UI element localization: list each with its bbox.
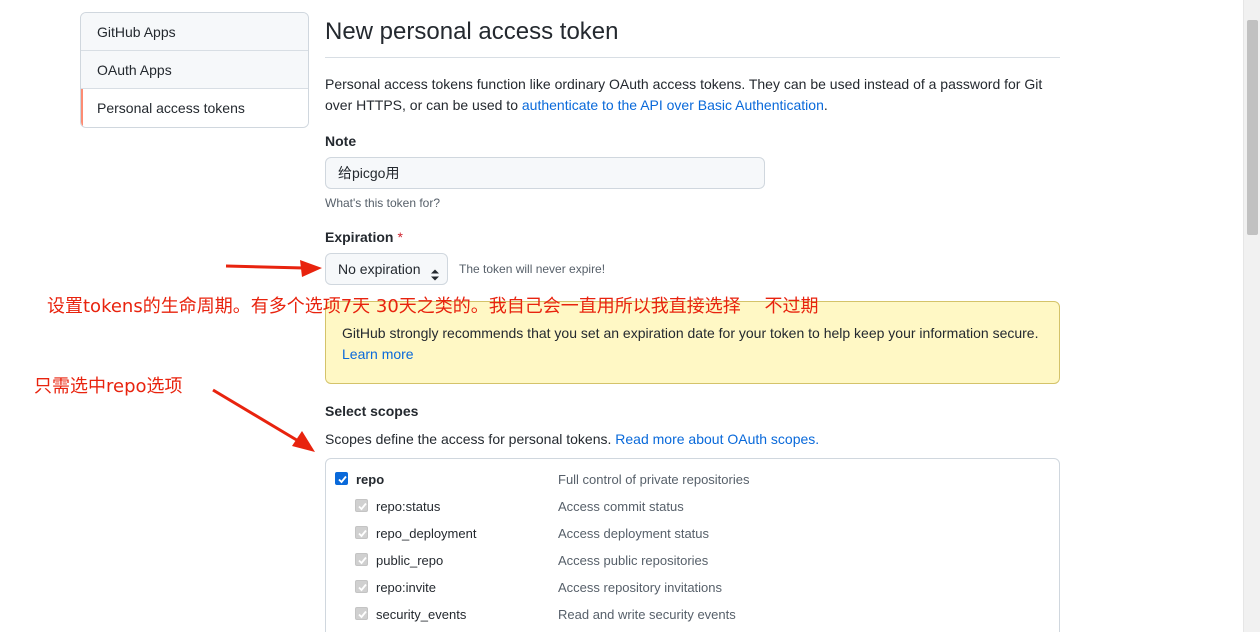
scrollbar-thumb[interactable]: [1247, 20, 1258, 235]
arrow-to-repo: [212, 388, 315, 452]
expiration-annotation: 设置tokens的生命周期。有多个选项7天 30天之类的。我自己会一直用所以我直…: [47, 296, 819, 317]
repo-annotation: 只需选中repo选项: [34, 376, 183, 397]
arrow-to-expiration: [225, 260, 322, 277]
page-scrollbar[interactable]: [1243, 0, 1260, 632]
